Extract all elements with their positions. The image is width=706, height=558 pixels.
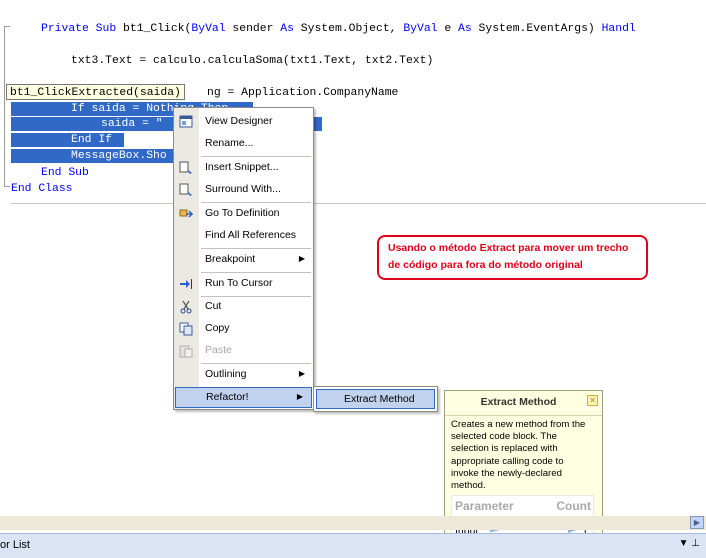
menu-item-outlining[interactable]: Outlining ▶ xyxy=(174,364,313,386)
go-to-definition-icon xyxy=(179,207,194,221)
code-line-signature: Private Sub bt1_Click(ByVal sender As Sy… xyxy=(41,23,636,35)
menu-item-go-to-definition[interactable]: Go To Definition xyxy=(174,203,313,225)
outline-gutter xyxy=(0,0,10,200)
info-panel-description: Creates a new method from the selected c… xyxy=(451,419,586,492)
annotation-callout: Usando o método Extract para mover um tr… xyxy=(377,235,648,280)
error-list-tab[interactable]: or List xyxy=(0,539,30,551)
submenu-arrow-icon: ▶ xyxy=(296,392,303,401)
menu-item-rename[interactable]: Rename... xyxy=(174,133,313,155)
window-controls[interactable]: ▼ ⊥ xyxy=(679,538,700,549)
run-to-cursor-icon xyxy=(179,277,193,291)
menu-item-insert-snippet[interactable]: Insert Snippet... xyxy=(174,157,313,179)
surround-with-icon xyxy=(179,183,193,197)
count-header: Count xyxy=(556,499,591,513)
code-line-end-sub: End Sub xyxy=(41,167,89,179)
menu-item-surround-with[interactable]: Surround With... xyxy=(174,179,313,201)
extracted-method-tooltip: bt1_ClickExtracted(saida) xyxy=(6,84,185,100)
code-divider xyxy=(10,203,706,204)
horizontal-scrollbar[interactable]: ▶ xyxy=(0,516,706,530)
parameter-header: Parameter xyxy=(455,499,514,513)
view-designer-icon xyxy=(179,115,193,129)
code-line-end-class: End Class xyxy=(11,183,73,195)
close-icon[interactable]: ✕ xyxy=(587,395,598,406)
menu-item-refactor[interactable]: Refactor! ▶ xyxy=(175,387,312,408)
refactor-submenu: Extract Method xyxy=(313,386,438,412)
submenu-arrow-icon: ▶ xyxy=(298,369,305,378)
insert-snippet-icon xyxy=(179,161,193,175)
submenu-item-extract-method[interactable]: Extract Method xyxy=(316,389,435,409)
info-panel-header: Extract Method ✕ xyxy=(445,391,602,413)
menu-item-view-designer[interactable]: View Designer xyxy=(174,111,313,133)
code-line-txt3: txt3.Text = calculo.calculaSoma(txt1.Tex… xyxy=(71,55,434,67)
menu-item-breakpoint[interactable]: Breakpoint ▶ xyxy=(174,249,313,271)
code-line-messagebox-selected: MessageBox.Sho xyxy=(11,149,173,163)
code-line-companyname: ng = Application.CompanyName xyxy=(207,87,399,99)
paste-icon xyxy=(179,344,193,358)
menu-item-find-all-references[interactable]: Find All References xyxy=(174,225,313,247)
menu-item-copy[interactable]: Copy xyxy=(174,318,313,340)
code-line-endif-selected: End If xyxy=(11,133,124,147)
scissors-icon xyxy=(179,300,193,314)
context-menu: View Designer Rename... Insert Snippet..… xyxy=(173,107,314,410)
copy-icon xyxy=(179,322,193,336)
bottom-toolwindow-bar: or List ▼ ⊥ xyxy=(0,533,706,558)
menu-item-run-to-cursor[interactable]: Run To Cursor xyxy=(174,273,313,295)
submenu-arrow-icon: ▶ xyxy=(298,254,305,263)
menu-item-cut[interactable]: Cut xyxy=(174,296,313,318)
menu-item-paste[interactable]: Paste xyxy=(174,340,313,362)
scroll-right-icon[interactable]: ▶ xyxy=(690,516,704,529)
